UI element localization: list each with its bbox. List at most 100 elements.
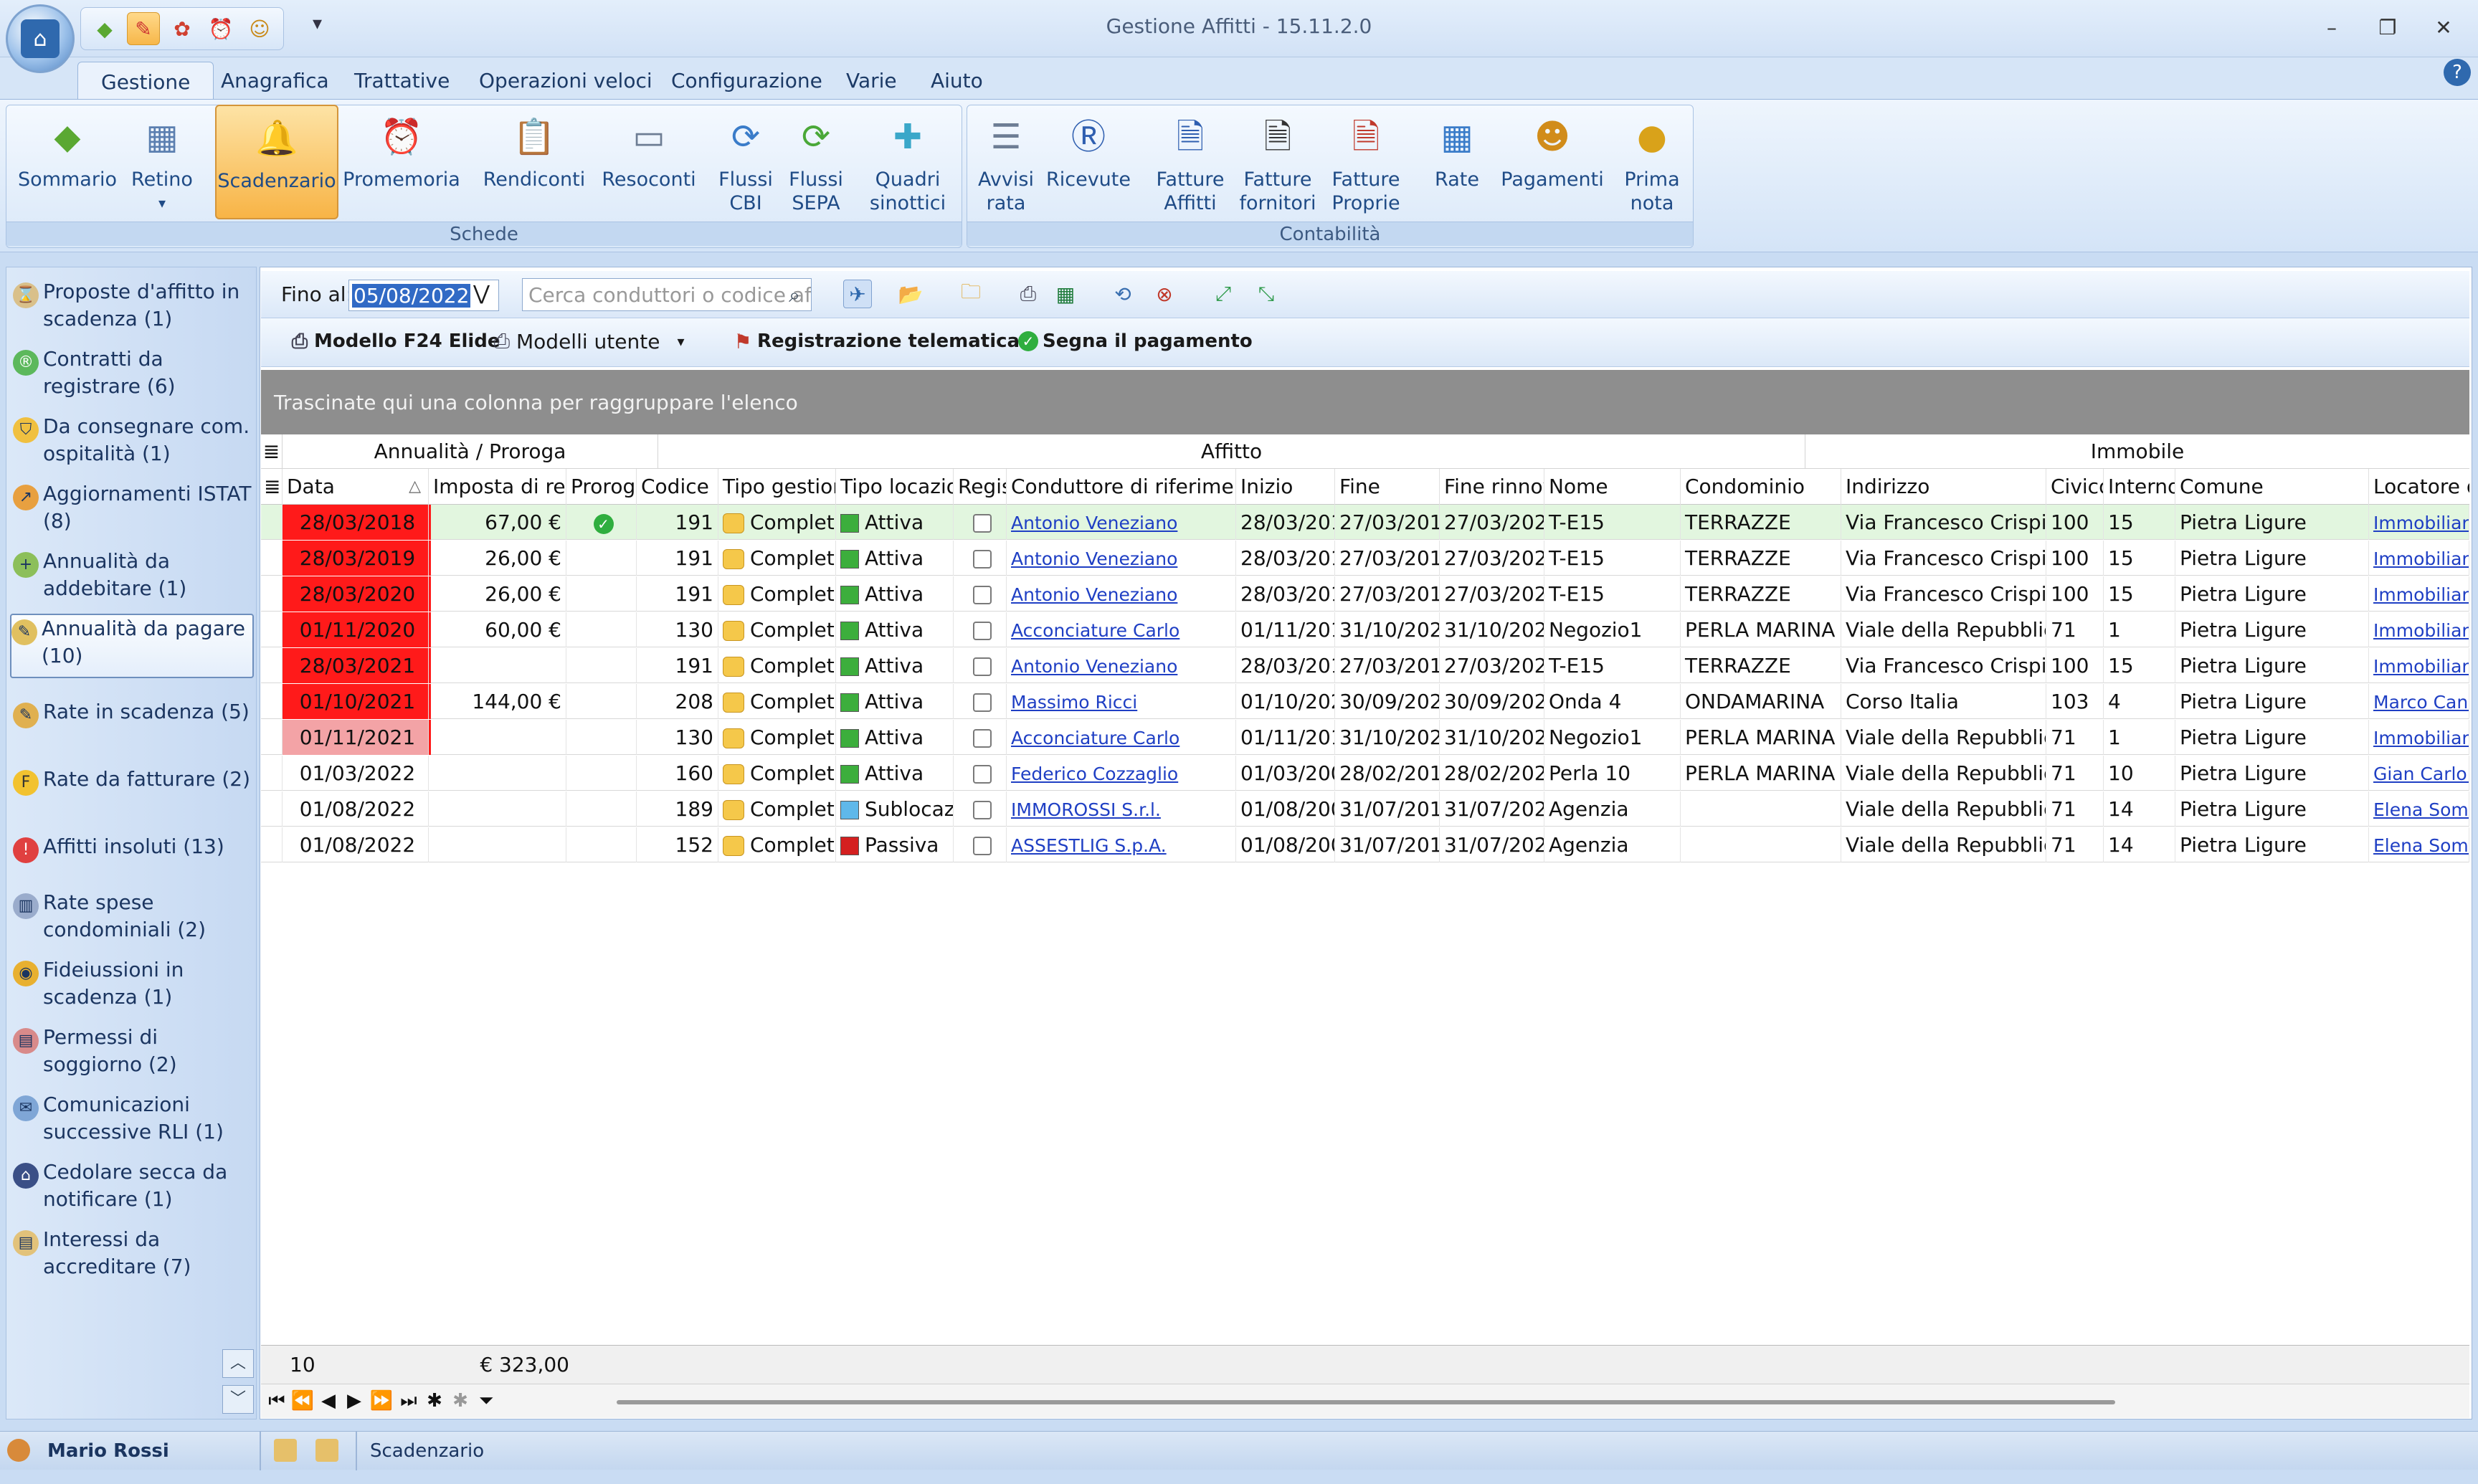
modello-f24-button[interactable]: ⎙ Modello F24 Elide bbox=[285, 327, 500, 356]
collapse-icon[interactable]: ⤡ bbox=[1252, 280, 1281, 308]
row-selector[interactable] bbox=[261, 684, 283, 719]
table-row[interactable]: 01/11/2020 60,00 € 130 Complet Attiva Acconci… bbox=[261, 612, 2469, 647]
help-icon[interactable]: ? bbox=[2444, 59, 2471, 86]
table-row[interactable]: 28/03/2021 191 Complet Attiva Antonio Venezi… bbox=[261, 648, 2469, 683]
col-nome[interactable]: Nome bbox=[1544, 469, 1681, 505]
table-row[interactable]: 01/11/2021 130 Complet Attiva Acconciature C… bbox=[261, 720, 2469, 755]
filter-icon[interactable]: ⏷ bbox=[473, 1390, 499, 1412]
col-registrato[interactable]: Regis bbox=[954, 469, 1007, 505]
nav-last-icon[interactable]: ⏭ bbox=[396, 1390, 422, 1412]
band-annualita[interactable]: Annualità / Proroga bbox=[283, 434, 658, 469]
ribbon-ricevute-button[interactable]: Ⓡ Ricevute bbox=[1045, 105, 1131, 219]
tab-anagrafica[interactable]: Anagrafica bbox=[198, 62, 352, 99]
panel-item-proposte[interactable]: ⌛ Proposte d'affitto in scadenza (1) bbox=[13, 278, 257, 333]
panel-item-rate-scadenza[interactable]: ✎ Rate in scadenza (5) bbox=[13, 698, 257, 728]
refresh-icon[interactable]: ⟲ bbox=[1109, 280, 1137, 308]
col-conduttore[interactable]: Conduttore di riferimento bbox=[1007, 469, 1236, 505]
group-by-area[interactable]: Trascinate qui una colonna per raggruppa… bbox=[261, 370, 2469, 434]
conduttore-link[interactable]: Acconciature Carlo bbox=[1011, 620, 1179, 641]
col-comune[interactable]: Comune bbox=[2175, 469, 2369, 505]
band-menu-icon[interactable]: ≣ bbox=[261, 434, 283, 469]
registered-checkbox[interactable] bbox=[972, 550, 992, 569]
col-interno[interactable]: Interno bbox=[2104, 469, 2175, 505]
tab-gestione[interactable]: Gestione bbox=[77, 62, 214, 102]
segna-pagamento-button[interactable]: ✓ Segna il pagamento bbox=[1014, 327, 1253, 356]
locatore-link[interactable]: Immobiliare bbox=[2373, 584, 2469, 605]
ribbon-flussi-sepa-button[interactable]: ⟳ Flussi SEPA bbox=[783, 105, 849, 219]
column-chooser-icon[interactable]: ≣ bbox=[261, 469, 283, 505]
nav-next-page-icon[interactable]: ⏩ bbox=[369, 1390, 394, 1412]
locatore-link[interactable]: Gian Carlo F bbox=[2373, 764, 2469, 784]
table-row[interactable]: 01/10/2021 144,00 € 208 Complet Attiva Massim… bbox=[261, 684, 2469, 719]
ribbon-fatture-fornitori-button[interactable]: 🗎 Fatture fornitori bbox=[1238, 105, 1318, 219]
conduttore-link[interactable]: Massimo Ricci bbox=[1011, 692, 1137, 713]
date-dropdown-icon[interactable]: ⋁ bbox=[473, 281, 490, 305]
ribbon-rate-button[interactable]: ▦ Rate bbox=[1420, 105, 1494, 219]
col-imposta[interactable]: Imposta di reg bbox=[429, 469, 566, 505]
conduttore-link[interactable]: Antonio Veneziano bbox=[1011, 548, 1177, 569]
nav-next-icon[interactable]: ▶ bbox=[341, 1390, 367, 1412]
ribbon-fatture-proprie-button[interactable]: 🗎 Fatture Proprie bbox=[1325, 105, 1407, 219]
table-row[interactable]: 28/03/2020 26,00 € 191 Complet Attiva Antonio… bbox=[261, 576, 2469, 612]
maximize-button[interactable]: ❐ bbox=[2366, 9, 2409, 46]
col-data[interactable]: Data △ bbox=[283, 469, 429, 505]
ribbon-prima-nota-button[interactable]: ● Prima nota bbox=[1616, 105, 1688, 219]
registered-checkbox[interactable] bbox=[972, 586, 992, 604]
locatore-link[interactable]: Elena Somm bbox=[2373, 835, 2469, 856]
row-selector[interactable] bbox=[261, 505, 283, 540]
row-selector[interactable] bbox=[261, 756, 283, 791]
print-icon[interactable]: ⎙ bbox=[1014, 280, 1043, 308]
locatore-link[interactable]: Immobiliare bbox=[2373, 728, 2469, 748]
col-locatore[interactable]: Locatore d bbox=[2369, 469, 2469, 505]
row-selector[interactable] bbox=[261, 612, 283, 647]
ribbon-pagamenti-button[interactable]: ☻ Pagamenti bbox=[1499, 105, 1606, 219]
minimize-button[interactable]: – bbox=[2310, 9, 2353, 46]
conduttore-link[interactable]: Antonio Veneziano bbox=[1011, 584, 1177, 605]
locatore-link[interactable]: Marco Cane bbox=[2373, 692, 2469, 713]
nav-prev-icon[interactable]: ◀ bbox=[315, 1390, 341, 1412]
panel-item-interessi[interactable]: ▤ Interessi da accreditare (7) bbox=[13, 1226, 257, 1280]
ribbon-flussi-cbi-button[interactable]: ⟳ Flussi CBI bbox=[713, 105, 779, 219]
row-selector[interactable] bbox=[261, 648, 283, 683]
tab-aiuto[interactable]: Aiuto bbox=[908, 62, 1006, 99]
tab-trattative[interactable]: Trattative bbox=[331, 62, 473, 99]
panel-item-annualita-addebitare[interactable]: + Annualità da addebitare (1) bbox=[13, 548, 257, 602]
folder-lock-icon[interactable] bbox=[315, 1439, 338, 1462]
row-selector[interactable] bbox=[261, 827, 283, 862]
row-selector[interactable] bbox=[261, 720, 283, 755]
panel-item-istat[interactable]: ↗ Aggiornamenti ISTAT (8) bbox=[13, 480, 257, 535]
panel-item-rate-fatturare[interactable]: F Rate da fatturare (2) bbox=[13, 766, 257, 796]
ribbon-retino-button[interactable]: ▦ Retino ▾ bbox=[125, 105, 199, 219]
conduttore-link[interactable]: ASSESTLIG S.p.A. bbox=[1011, 835, 1167, 856]
lock-icon[interactable] bbox=[274, 1439, 297, 1462]
pin-icon[interactable]: ✈ bbox=[843, 280, 872, 308]
col-proroga[interactable]: Proroga bbox=[566, 469, 637, 505]
band-affitto[interactable]: Affitto bbox=[658, 434, 1805, 469]
conduttore-link[interactable]: Antonio Veneziano bbox=[1011, 656, 1177, 677]
panel-scroll-down-button[interactable]: ﹀ bbox=[222, 1385, 254, 1414]
col-indirizzo[interactable]: Indirizzo bbox=[1841, 469, 2046, 505]
registered-checkbox[interactable] bbox=[972, 622, 992, 640]
locatore-link[interactable]: Immobiliare bbox=[2373, 620, 2469, 641]
tab-varie[interactable]: Varie bbox=[823, 62, 920, 99]
table-row[interactable]: 01/08/2022 189 Complet Sublocaz IMMOROSSI S.… bbox=[261, 791, 2469, 827]
locatore-link[interactable]: Immobiliare bbox=[2373, 513, 2469, 533]
table-row[interactable]: 01/08/2022 152 Complet Passiva ASSESTLIG S.p… bbox=[261, 827, 2469, 862]
panel-item-contratti[interactable]: ® Contratti da registrare (6) bbox=[13, 346, 257, 400]
close-button[interactable]: ✕ bbox=[2422, 9, 2465, 46]
conduttore-link[interactable]: Federico Cozzaglio bbox=[1011, 764, 1178, 784]
panel-item-permessi[interactable]: ▤ Permessi di soggiorno (2) bbox=[13, 1024, 257, 1078]
ribbon-fatture-affitti-button[interactable]: 🗎 Fatture Affitti bbox=[1147, 105, 1233, 219]
nav-first-icon[interactable]: ⏮ bbox=[264, 1390, 290, 1412]
panel-item-ospitalita[interactable]: ⛉ Da consegnare com. ospitalità (1) bbox=[13, 413, 257, 467]
conduttore-link[interactable]: IMMOROSSI S.r.l. bbox=[1011, 799, 1161, 820]
search-input[interactable]: Cerca conduttori o codice af bbox=[522, 278, 812, 311]
panel-item-annualita-pagare[interactable]: ✎ Annualità da pagare (10) bbox=[10, 614, 254, 678]
col-civico[interactable]: Civico bbox=[2046, 469, 2104, 505]
ribbon-resoconti-button[interactable]: ▭ Resoconti bbox=[595, 105, 703, 219]
registered-checkbox[interactable] bbox=[972, 765, 992, 784]
modelli-utente-button[interactable]: ⎙ Modelli utente ▾ bbox=[488, 327, 685, 356]
nav-prev-page-icon[interactable]: ⏪ bbox=[290, 1390, 315, 1412]
row-selector[interactable] bbox=[261, 791, 283, 827]
row-selector[interactable] bbox=[261, 576, 283, 612]
